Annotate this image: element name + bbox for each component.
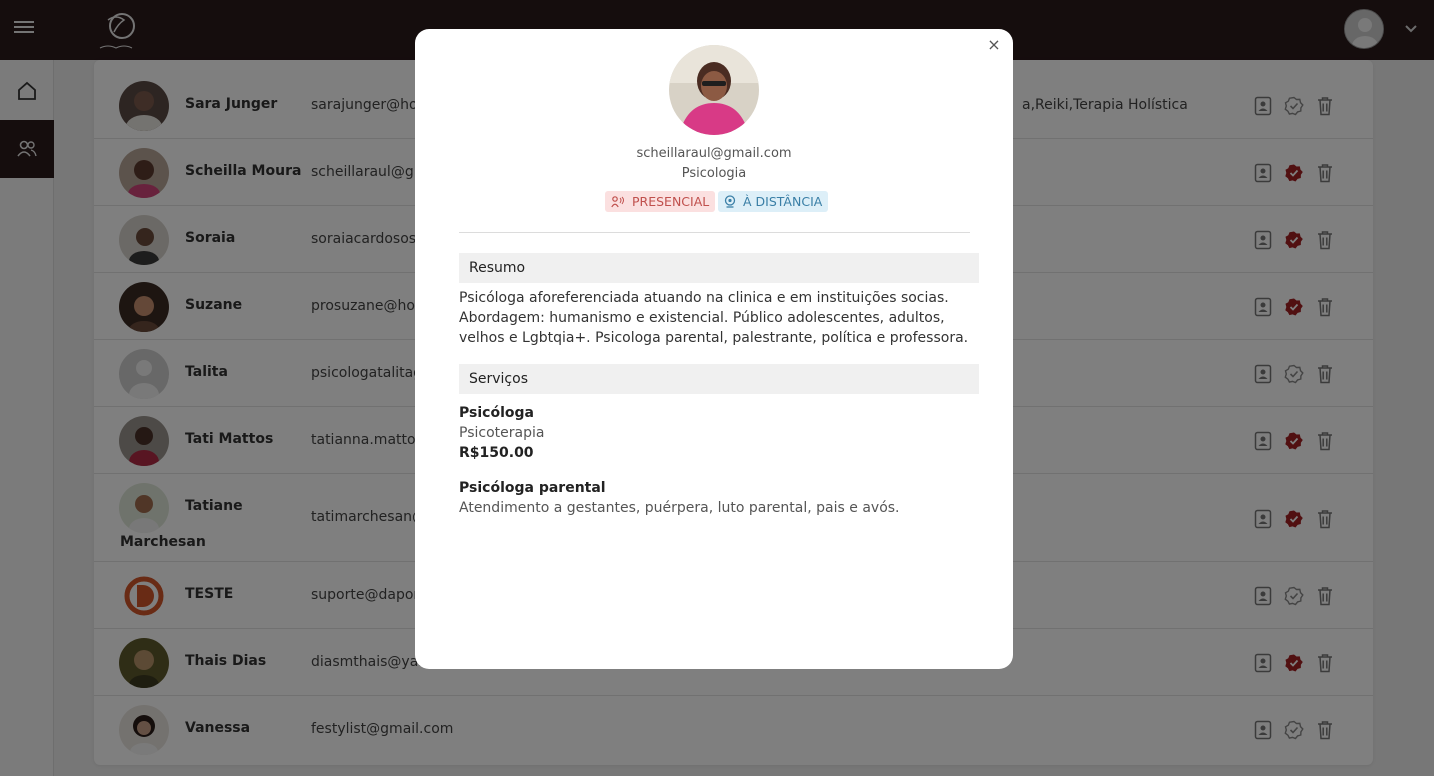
service-title: Psicóloga bbox=[459, 405, 534, 421]
profile-modal: × scheillaraul@gmail.com Psicologia PRES… bbox=[415, 29, 1013, 669]
profile-email: scheillaraul@gmail.com bbox=[636, 146, 792, 161]
profile-photo bbox=[669, 45, 759, 135]
profile-specialty: Psicologia bbox=[681, 166, 747, 181]
service-price: R$150.00 bbox=[459, 445, 534, 461]
webcam-icon bbox=[724, 195, 736, 208]
service-description: Psicoterapia bbox=[459, 425, 545, 441]
service-title: Psicóloga parental bbox=[459, 480, 606, 496]
presencial-icon bbox=[611, 195, 624, 207]
tag-distancia-label: À DISTÂNCIA bbox=[743, 194, 823, 209]
tag-presencial: PRESENCIAL bbox=[605, 191, 716, 212]
divider bbox=[459, 232, 970, 233]
service-description: Atendimento a gestantes, puérpera, luto … bbox=[459, 500, 900, 516]
close-button[interactable]: × bbox=[986, 37, 1002, 53]
tag-distancia: À DISTÂNCIA bbox=[718, 191, 829, 212]
summary-text: Psicóloga aforeferenciada atuando na cli… bbox=[459, 290, 969, 346]
summary-heading: Resumo bbox=[459, 253, 979, 283]
tag-presencial-label: PRESENCIAL bbox=[632, 194, 710, 209]
services-heading: Serviços bbox=[459, 364, 979, 394]
